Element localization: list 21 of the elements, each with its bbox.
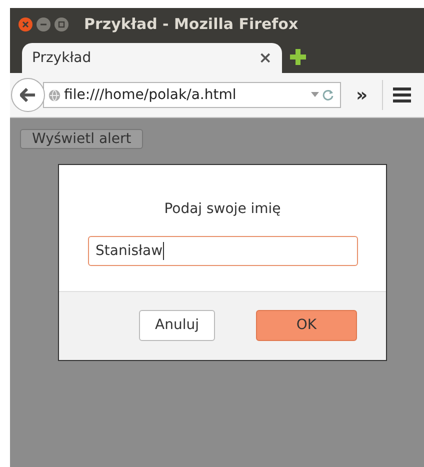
- window-title: Przykład - Mozilla Firefox: [84, 14, 298, 35]
- show-alert-button[interactable]: Wyświetl alert: [20, 129, 144, 149]
- close-icon[interactable]: [18, 16, 33, 32]
- ok-button[interactable]: OK: [256, 310, 357, 340]
- minimize-icon[interactable]: [36, 16, 51, 32]
- dropdown-icon[interactable]: [311, 92, 319, 98]
- globe-icon: [48, 88, 61, 102]
- dialog-message: Podaj swoje imię: [164, 200, 281, 219]
- overflow-button[interactable]: »: [356, 82, 368, 108]
- url-field[interactable]: file:///home/polak/a.html: [43, 82, 341, 108]
- reload-icon[interactable]: [322, 89, 334, 101]
- name-input-field[interactable]: Stanisław: [88, 236, 358, 266]
- browser-tab[interactable]: Przykład ×: [22, 43, 282, 73]
- url-text: file:///home/polak/a.html: [64, 86, 236, 104]
- tab-close-button[interactable]: ×: [258, 46, 272, 70]
- back-button[interactable]: [11, 78, 45, 112]
- cancel-button[interactable]: Anuluj: [139, 310, 215, 340]
- back-arrow-icon: [20, 88, 36, 102]
- menu-icon[interactable]: [392, 87, 411, 103]
- maximize-icon[interactable]: [54, 16, 69, 32]
- new-tab-icon[interactable]: [290, 49, 306, 65]
